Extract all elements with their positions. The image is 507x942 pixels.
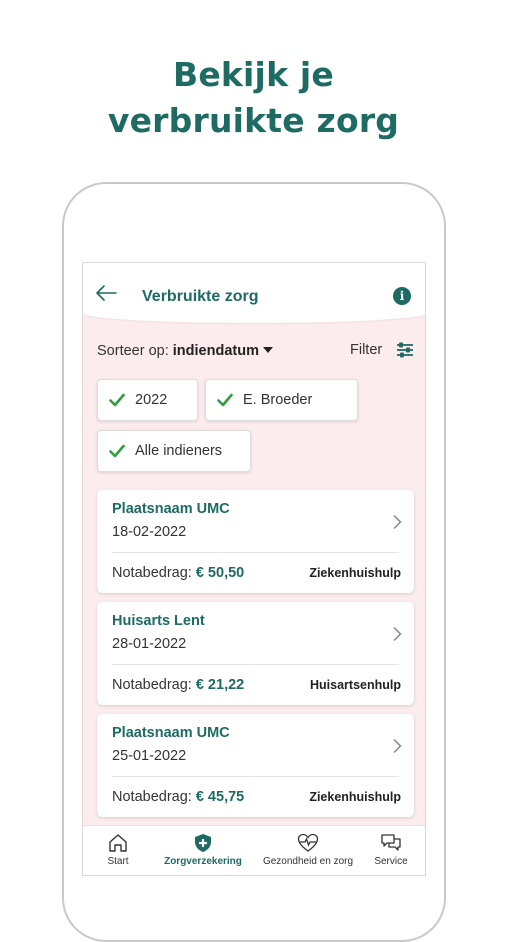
card-divider [112, 664, 399, 665]
claim-amount-row: Notabedrag: € 45,75 [112, 789, 244, 805]
sliders-icon[interactable] [396, 341, 414, 359]
claim-type: Ziekenhuishulp [309, 566, 401, 580]
claim-date: 25-01-2022 [112, 748, 187, 764]
filter-chip-person[interactable]: E. Broeder [205, 379, 358, 421]
claim-provider: Plaatsnaam UMC [112, 501, 230, 517]
tab-service[interactable]: Service [366, 826, 416, 875]
info-icon[interactable]: i [393, 287, 411, 305]
home-icon [109, 834, 127, 852]
claim-date: 28-01-2022 [112, 636, 187, 652]
heartbeat-icon [297, 833, 319, 852]
chevron-right-icon [393, 514, 402, 530]
tab-label: Zorgverzekering [164, 856, 242, 867]
tab-label: Start [107, 856, 129, 867]
sort-dropdown[interactable]: Sorteer op: indiendatum [97, 343, 273, 359]
filter-chip-submitters[interactable]: Alle indieners [97, 430, 251, 472]
tab-label: Service [374, 856, 408, 867]
caret-down-icon [262, 347, 273, 353]
bottom-tab-bar: Start Zorgverzekering Gezondheid en zorg… [83, 825, 425, 875]
claim-amount: € 45,75 [195, 789, 245, 805]
headline-line-2: verbruikte zorg [107, 101, 400, 140]
shield-plus-icon [195, 834, 211, 852]
page-headline: Bekijk je verbruikte zorg [0, 52, 507, 144]
headline-line-1: Bekijk je [172, 55, 335, 94]
claim-card[interactable]: Huisarts Lent 28-01-2022 Notabedrag: € 2… [97, 602, 414, 705]
filter-button[interactable]: Filter [350, 342, 382, 358]
back-arrow-icon[interactable] [95, 283, 117, 303]
app-screen: Verbruikte zorg i Sorteer op: indiendatu… [82, 262, 426, 876]
amount-label: Notabedrag: [112, 789, 192, 805]
page-title: Verbruikte zorg [142, 288, 259, 305]
amount-label: Notabedrag: [112, 677, 192, 693]
card-divider [112, 776, 399, 777]
claim-provider: Plaatsnaam UMC [112, 725, 230, 741]
check-icon [109, 444, 125, 458]
filter-chip-year[interactable]: 2022 [97, 379, 198, 421]
claim-amount: € 50,50 [195, 565, 245, 581]
tab-label: Gezondheid en zorg [262, 856, 354, 867]
chat-icon [381, 834, 401, 851]
claim-amount: € 21,22 [195, 677, 245, 693]
sort-value: indiendatum [172, 343, 259, 359]
chip-label: E. Broeder [243, 392, 313, 408]
chevron-right-icon [393, 738, 402, 754]
claim-type: Ziekenhuishulp [309, 790, 401, 804]
chip-label: Alle indieners [135, 443, 223, 459]
claim-date: 18-02-2022 [112, 524, 187, 540]
claim-card[interactable]: Plaatsnaam UMC 18-02-2022 Notabedrag: € … [97, 490, 414, 593]
claim-type: Huisartsenhulp [310, 678, 401, 692]
chip-label: 2022 [135, 392, 168, 408]
amount-label: Notabedrag: [112, 565, 192, 581]
chevron-right-icon [393, 626, 402, 642]
tab-start[interactable]: Start [93, 826, 143, 875]
claim-card[interactable]: Plaatsnaam UMC 25-01-2022 Notabedrag: € … [97, 714, 414, 817]
check-icon [217, 393, 233, 407]
sort-label: Sorteer op: [97, 343, 169, 359]
tab-gezondheid[interactable]: Gezondheid en zorg [255, 826, 361, 875]
app-header: Verbruikte zorg i [83, 263, 425, 323]
claim-provider: Huisarts Lent [112, 613, 205, 629]
claim-amount-row: Notabedrag: € 50,50 [112, 565, 244, 581]
claim-amount-row: Notabedrag: € 21,22 [112, 677, 244, 693]
tab-zorgverzekering[interactable]: Zorgverzekering [159, 826, 247, 875]
check-icon [109, 393, 125, 407]
card-divider [112, 552, 399, 553]
